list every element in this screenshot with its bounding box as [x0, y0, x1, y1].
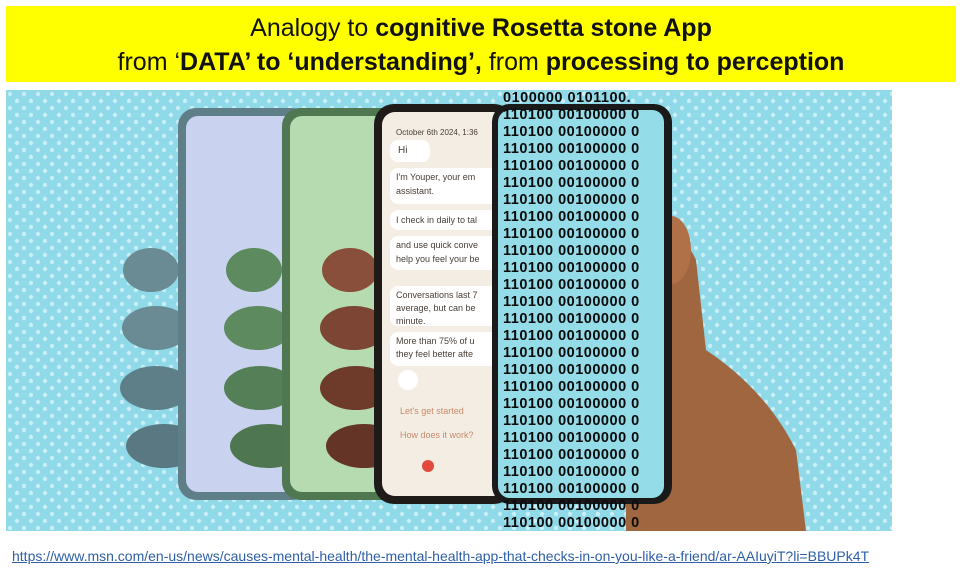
- binary-line: 110100 00100000 0: [503, 396, 640, 412]
- phone-illustration: October 6th 2024, 1:36 Hi I'm Youper, yo…: [6, 90, 892, 531]
- binary-line: 110100 00100000 0: [503, 362, 640, 378]
- chat-greeting: Hi: [398, 145, 408, 156]
- binary-line: 110100 00100000 0: [503, 515, 640, 531]
- binary-line: 110100 00100000 0: [503, 430, 640, 446]
- title-line-1: Analogy to cognitive Rosetta stone App: [6, 11, 956, 45]
- title-line-2-segment-0: from ‘: [117, 48, 181, 76]
- binary-line: 110100 00100000 0: [503, 294, 640, 310]
- binary-line: 110100 00100000 0: [503, 243, 640, 259]
- chat-started: Let's get started: [400, 406, 464, 416]
- chat-intro: I'm Youper, your em: [396, 172, 476, 182]
- binary-line: 110100 00100000 0: [503, 345, 640, 361]
- chat-quick: and use quick conve: [396, 240, 479, 250]
- binary-line: 110100 00100000 0: [503, 158, 640, 174]
- binary-line: 110100 00100000 0: [503, 277, 640, 293]
- binary-line: 110100 00100000 0: [503, 379, 640, 395]
- title-line-2: from ‘DATA’ to ‘understanding’, from pro…: [6, 45, 956, 79]
- binary-line: 110100 00100000 0: [503, 192, 640, 208]
- binary-line: 110100 00100000 0: [503, 481, 640, 497]
- binary-line: 110100 00100000 0: [503, 311, 640, 327]
- chat-conversations: Conversations last 7: [396, 290, 478, 300]
- binary-line: 110100 00100000 0: [503, 209, 640, 225]
- binary-line: 110100 00100000 0: [503, 107, 640, 123]
- chat-how: How does it work?: [400, 430, 474, 440]
- binary-line: 110100 00100000 0: [503, 175, 640, 191]
- chat-conversations-2: average, but can be: [396, 303, 476, 313]
- binary-line: 110100 00100000 0: [503, 124, 640, 140]
- title-line-2-segment-3: processing to perception: [545, 48, 845, 76]
- binary-line: 110100 00100000 0: [503, 328, 640, 344]
- title-line-1-segment-1: cognitive Rosetta stone App: [375, 14, 712, 42]
- binary-line: 110100 00100000 0: [503, 226, 640, 242]
- binary-line: 110100 00100000 0: [503, 498, 640, 514]
- title-line-2-segment-1: DATA’ to ‘understanding’,: [180, 48, 482, 76]
- title-banner: Analogy to cognitive Rosetta stone App f…: [6, 6, 956, 82]
- title-line-2-segment-2: from: [481, 48, 546, 76]
- binary-line: 110100 00100000 0: [503, 464, 640, 480]
- source-link[interactable]: https://www.msn.com/en-us/news/causes-me…: [12, 548, 956, 564]
- chat-quick-2: help you feel your be: [396, 254, 480, 264]
- binary-line: 110100 00100000 0: [503, 141, 640, 157]
- chat-date: October 6th 2024, 1:36: [396, 128, 478, 137]
- chat-intro-2: assistant.: [396, 186, 435, 196]
- chat-more-2: they feel better afte: [396, 349, 474, 359]
- title-line-1-segment-0: Analogy to: [250, 14, 376, 42]
- binary-line: 110100 00100000 0: [503, 447, 640, 463]
- chat-checkin: I check in daily to tal: [396, 215, 478, 225]
- binary-line: 110100 00100000 0: [503, 260, 640, 276]
- binary-overlay: 0100000 0101100. 110100 00100000 0 110100 …: [501, 90, 666, 531]
- binary-line: 110100 00100000 0: [503, 413, 640, 429]
- chat-more: More than 75% of u: [396, 336, 475, 346]
- binary-line: 0100000 0101100.: [503, 90, 632, 106]
- chat-conversations-3: minute.: [396, 316, 426, 326]
